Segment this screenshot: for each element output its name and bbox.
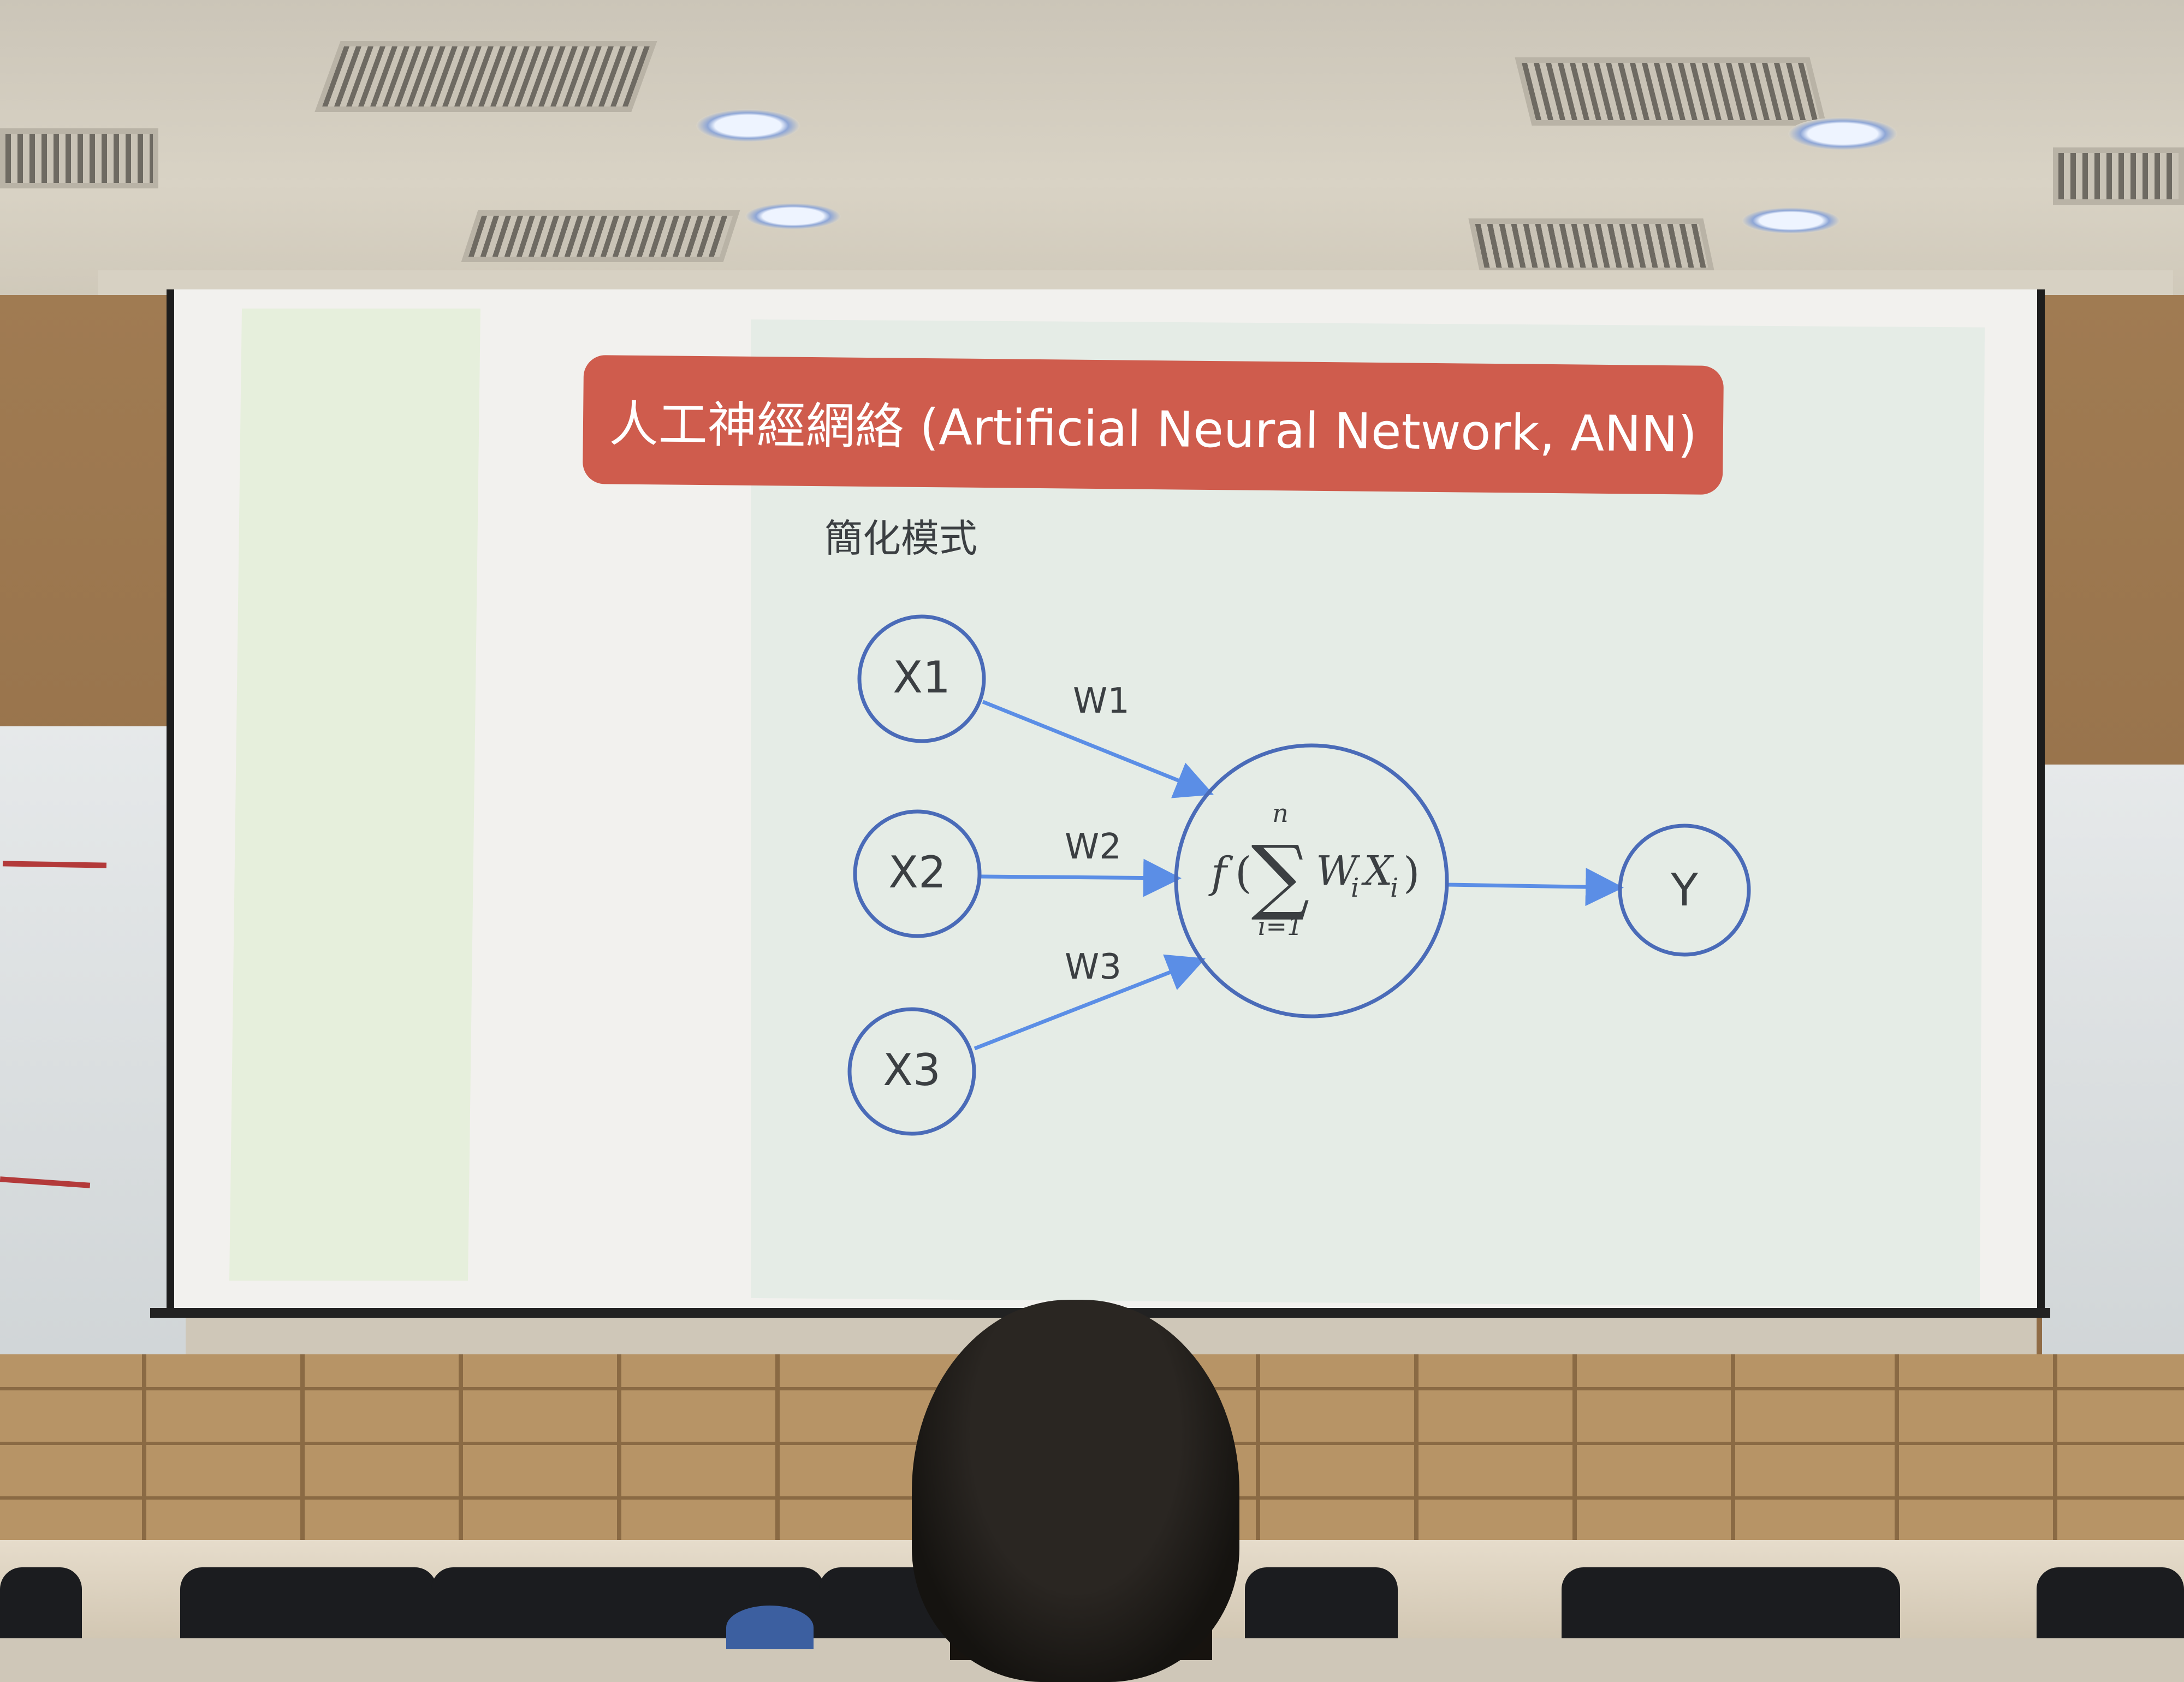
audience-member-head <box>912 1300 1239 1682</box>
input-node-x2: X2 <box>853 809 982 938</box>
weight-label-w1: W1 <box>1073 681 1130 721</box>
input-label-x3: X3 <box>883 1045 941 1095</box>
auditorium-seat <box>0 1567 82 1638</box>
weight-index: i <box>1351 873 1359 903</box>
water-bottle <box>726 1606 814 1649</box>
auditorium-seat <box>1245 1567 1398 1638</box>
sum-symbol: ∑ <box>1251 828 1309 923</box>
neuron-function: f <box>1208 849 1233 898</box>
arrow-x2-to-neuron <box>980 858 1182 897</box>
auditorium-seat <box>2037 1567 2184 1638</box>
input-node-x3: X3 <box>847 1007 976 1136</box>
input-var: X <box>1361 848 1394 895</box>
weight-label-w3: W3 <box>1065 947 1121 987</box>
auditorium-seat <box>180 1567 437 1638</box>
neuron-open-paren: ( <box>1235 849 1251 898</box>
sum-lower-limit: i=1 <box>1258 911 1303 941</box>
sum-upper-limit: n <box>1272 798 1289 828</box>
neuron-node: f ( n ∑ i=1 W i X i ) <box>1174 743 1449 1018</box>
neuron-close-paren: ) <box>1403 849 1420 898</box>
input-node-x1: X1 <box>857 614 986 743</box>
arrow-neuron-to-y <box>1446 868 1624 907</box>
input-label-x1: X1 <box>893 652 951 703</box>
auditorium-seat <box>1562 1567 1900 1638</box>
output-label-y: Y <box>1670 864 1699 916</box>
output-node-y: Y <box>1618 824 1751 957</box>
input-label-x2: X2 <box>888 847 946 898</box>
weight-label-w2: W2 <box>1065 827 1121 867</box>
input-index: i <box>1390 873 1398 903</box>
